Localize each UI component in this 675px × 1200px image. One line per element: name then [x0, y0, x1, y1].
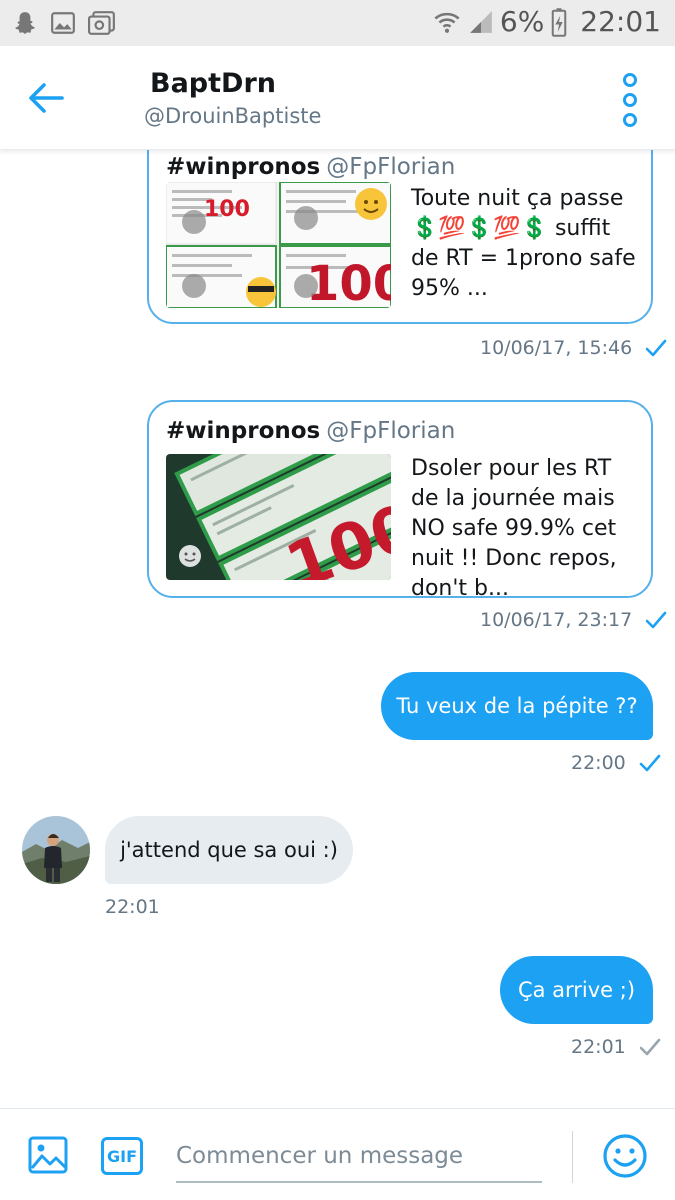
signal-icon	[470, 10, 492, 33]
tweet-image-thumbnail[interactable]: 100	[166, 454, 391, 580]
tweet-author[interactable]: @FpFlorian	[326, 418, 455, 444]
message-timestamp-row: 22:01	[571, 1035, 662, 1059]
contact-handle[interactable]: @DrouinBaptiste	[144, 104, 321, 128]
tweet-author[interactable]: @FpFlorian	[326, 154, 455, 180]
message-timestamp-row: 10/06/17, 23:17	[480, 608, 668, 632]
outgoing-message-bubble[interactable]: Ça arrive ;)	[500, 956, 653, 1024]
message-composer: GIF	[0, 1108, 675, 1200]
tweet-hashtag[interactable]: #winpronos	[166, 154, 320, 180]
message-timestamp: 22:00	[571, 752, 626, 774]
shared-tweet-card[interactable]: #winpronos @FpFlorian 100 100 Toute nuit …	[147, 150, 653, 324]
message-timestamp: 22:01	[571, 1036, 626, 1058]
status-bar: 6% 22:01	[0, 0, 675, 46]
wifi-icon	[434, 12, 460, 33]
outgoing-message-bubble[interactable]: Tu veux de la pépite ??	[381, 672, 653, 740]
snapchat-icon	[15, 12, 35, 34]
svg-text:100: 100	[306, 256, 391, 308]
notification-icons	[12, 10, 116, 36]
smiley-icon[interactable]	[602, 1133, 648, 1179]
clock: 22:01	[580, 5, 661, 38]
tweet-card-header: #winpronos @FpFlorian	[166, 418, 455, 444]
more-options-icon[interactable]	[617, 70, 643, 130]
message-timestamp-row: 10/06/17, 15:46	[480, 336, 668, 360]
checkmark-icon	[639, 1038, 661, 1056]
gallery-icon	[51, 12, 75, 34]
checkmark-icon	[639, 754, 661, 772]
tweet-text: Toute nuit ça passe 💲💯💲💯💲 suffit de RT =…	[411, 186, 636, 301]
avatar[interactable]	[22, 816, 90, 884]
tweet-card-header: #winpronos @FpFlorian	[166, 154, 455, 180]
conversation-header: BaptDrn @DrouinBaptiste	[0, 46, 675, 150]
composer-divider	[572, 1131, 573, 1183]
battery-percent: 6%	[499, 5, 545, 38]
tweet-text: Dsoler pour les RT de la journée mais NO…	[411, 456, 617, 601]
message-input[interactable]	[176, 1131, 542, 1183]
back-arrow-icon[interactable]	[24, 76, 68, 120]
message-text: Ça arrive ;)	[517, 978, 636, 1002]
system-status: 6% 22:01	[432, 5, 661, 38]
gif-button[interactable]: GIF	[101, 1137, 143, 1175]
incoming-message-bubble[interactable]: j'attend que sa oui :)	[105, 816, 353, 884]
checkmark-icon	[645, 611, 667, 629]
message-timestamp-row: 22:01	[105, 896, 160, 918]
tweet-image-thumbnail[interactable]: 100 100	[166, 182, 391, 308]
message-text: j'attend que sa oui :)	[120, 838, 338, 862]
image-icon[interactable]	[28, 1135, 68, 1175]
message-timestamp: 10/06/17, 23:17	[480, 609, 633, 631]
message-timestamp-row: 22:00	[571, 751, 662, 775]
message-timestamp: 10/06/17, 15:46	[480, 337, 633, 359]
contact-name[interactable]: BaptDrn	[150, 68, 276, 99]
svg-text:100: 100	[204, 197, 250, 222]
gif-label: GIF	[106, 1146, 137, 1166]
checkmark-icon	[645, 339, 667, 357]
tweet-hashtag[interactable]: #winpronos	[166, 418, 320, 444]
message-list[interactable]: #winpronos @FpFlorian 100 100 Toute nuit …	[0, 150, 675, 1108]
email-icon	[88, 11, 115, 35]
message-timestamp: 22:01	[105, 896, 160, 918]
shared-tweet-card[interactable]: #winpronos @FpFlorian 100 Dsoler pour les…	[147, 400, 653, 601]
battery-charging-icon	[552, 7, 567, 37]
message-text: Tu veux de la pépite ??	[396, 694, 638, 718]
